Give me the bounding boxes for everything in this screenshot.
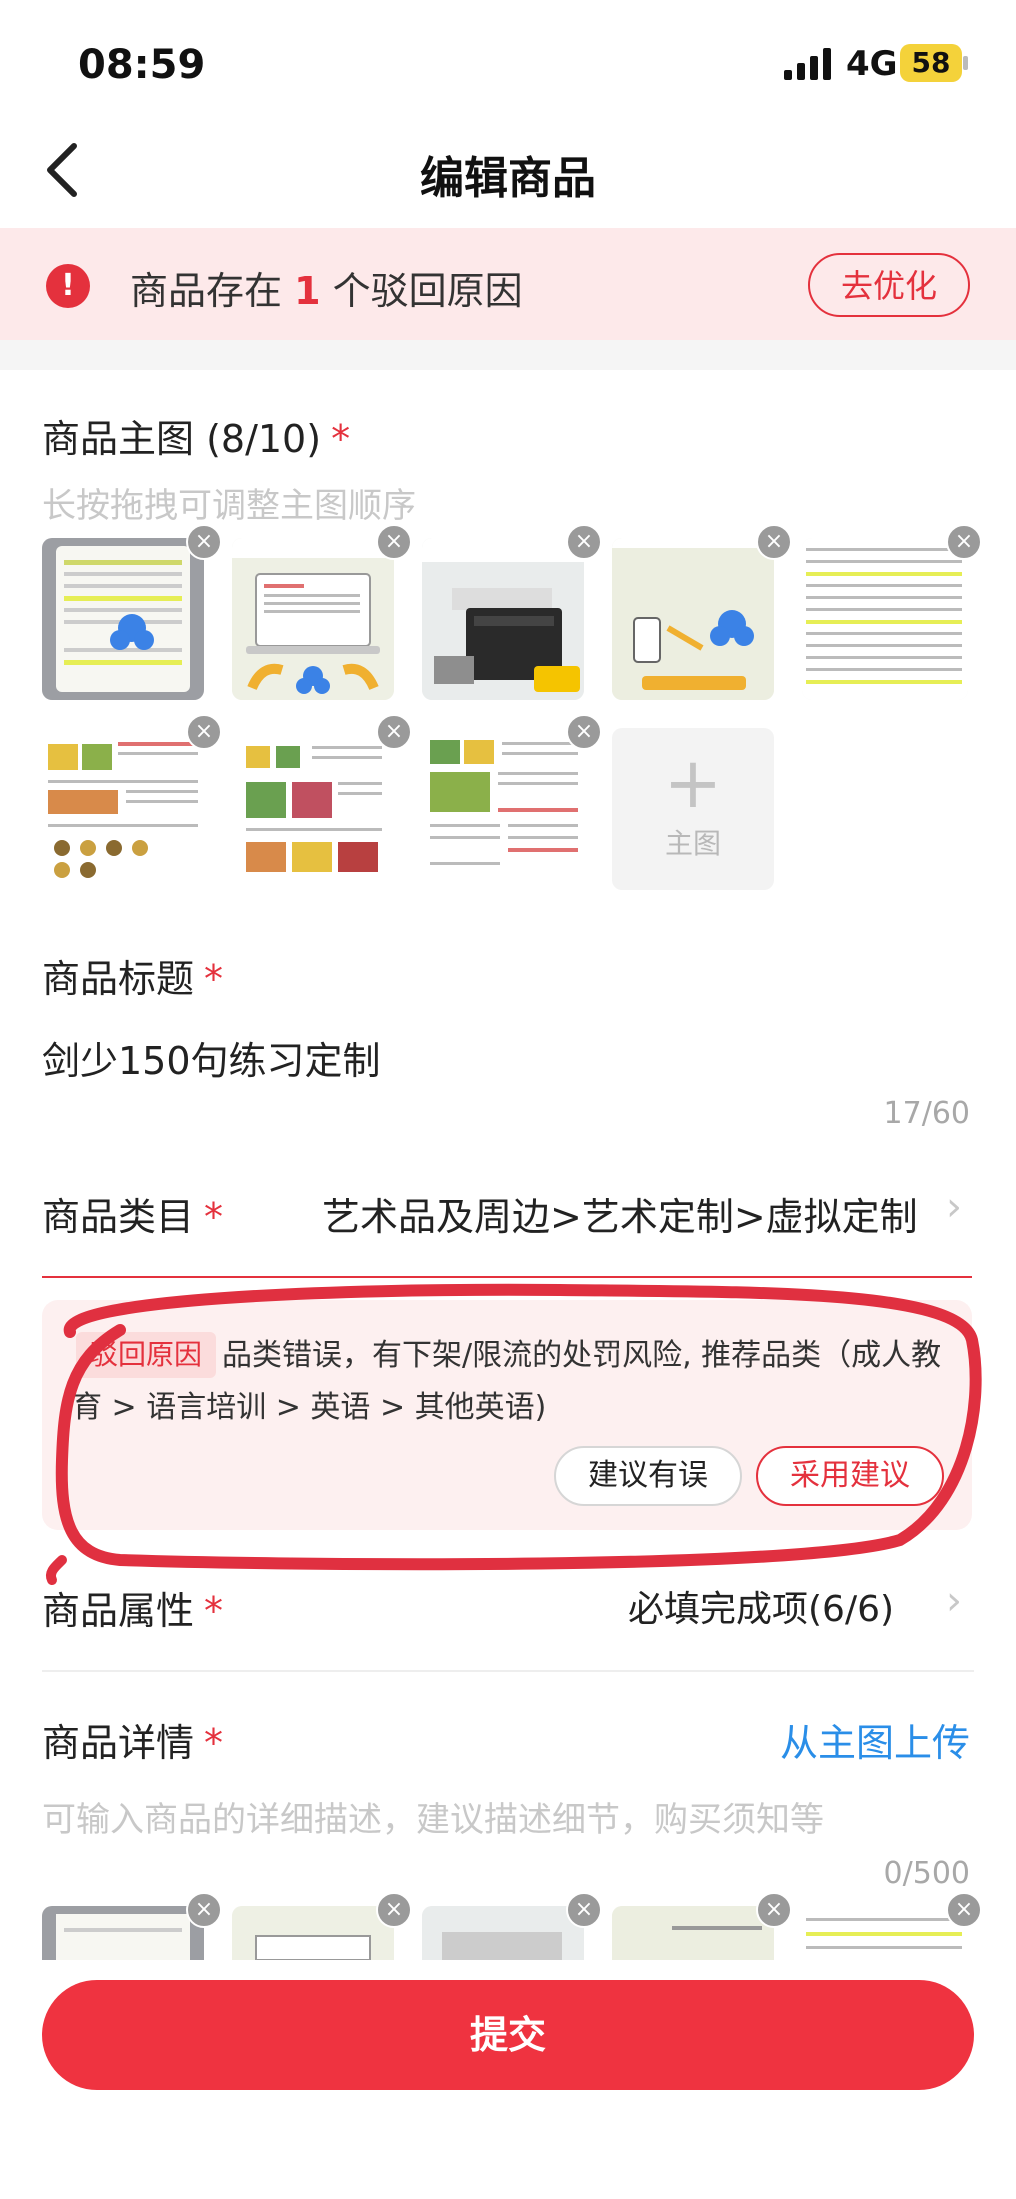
category-error-underline	[42, 1276, 972, 1278]
remove-image-icon[interactable]: ×	[566, 714, 602, 750]
sheet-preview-image	[802, 538, 968, 700]
details-label-text: 商品详情	[42, 1721, 195, 1765]
required-mark: *	[204, 1589, 224, 1633]
adopt-suggestion-button[interactable]: 采用建议	[756, 1446, 944, 1506]
status-time: 08:59	[78, 42, 206, 88]
required-mark: *	[204, 1195, 224, 1239]
cloud-preview-image	[612, 538, 774, 700]
tablet-preview-image	[42, 538, 204, 700]
main-image-thumb[interactable]	[422, 538, 584, 700]
title-input[interactable]: 剑少150句练习定制	[42, 1030, 381, 1085]
main-images-label-text: 商品主图 (8/10)	[42, 417, 322, 461]
upload-from-main-link[interactable]: 从主图上传	[780, 1712, 970, 1767]
main-images-hint: 长按拖拽可调整主图顺序	[42, 486, 416, 526]
cloud-preview-image	[612, 1906, 774, 1960]
remove-image-icon[interactable]: ×	[186, 1892, 222, 1928]
worksheet-preview-image	[422, 728, 584, 890]
remove-image-icon[interactable]: ×	[756, 524, 792, 560]
remove-image-icon[interactable]: ×	[186, 714, 222, 750]
remove-image-icon[interactable]: ×	[946, 1892, 982, 1928]
battery-tip	[963, 56, 968, 70]
banner-suffix: 个驳回原因	[332, 269, 523, 313]
main-image-thumb[interactable]	[232, 538, 394, 700]
detail-image-thumb[interactable]	[802, 1906, 968, 1960]
category-value[interactable]: 艺术品及周边>艺术定制>虚拟定制	[322, 1186, 918, 1241]
category-label: 商品类目 *	[42, 1186, 223, 1241]
main-image-thumb[interactable]	[42, 538, 204, 700]
title-label: 商品标题 *	[42, 948, 223, 1003]
detail-image-thumb[interactable]	[42, 1906, 204, 1960]
title-label-text: 商品标题	[42, 957, 195, 1001]
page-title: 编辑商品	[420, 153, 596, 204]
reject-banner-text: 商品存在 1 个驳回原因	[130, 260, 523, 315]
warning-icon: !	[46, 264, 90, 308]
chevron-right-icon[interactable]: ›	[946, 1184, 962, 1230]
remove-image-icon[interactable]: ×	[186, 524, 222, 560]
attributes-label: 商品属性 *	[42, 1580, 223, 1635]
banner-prefix: 商品存在	[130, 269, 283, 313]
laptop-preview-image	[232, 538, 394, 700]
remove-image-icon[interactable]: ×	[566, 1892, 602, 1928]
printer-preview-image	[422, 1906, 584, 1960]
detail-image-thumb[interactable]	[232, 1906, 394, 1960]
detail-image-thumb[interactable]	[422, 1906, 584, 1960]
detail-image-thumb[interactable]	[612, 1906, 774, 1960]
attributes-label-text: 商品属性	[42, 1589, 195, 1633]
reject-count: 1	[294, 269, 321, 313]
chevron-right-icon[interactable]: ›	[946, 1578, 962, 1624]
required-mark: *	[204, 957, 224, 1001]
signal-icon	[784, 48, 831, 80]
main-image-thumb[interactable]	[42, 728, 204, 890]
section-divider	[42, 1670, 974, 1672]
attributes-value[interactable]: 必填完成项(6/6)	[628, 1580, 894, 1632]
required-mark: *	[204, 1721, 224, 1765]
remove-image-icon[interactable]: ×	[566, 524, 602, 560]
plus-icon: +	[663, 742, 723, 824]
suggestion-wrong-button[interactable]: 建议有误	[554, 1446, 742, 1506]
reject-reason-text: 品类错误，有下架/限流的处罚风险, 推荐品类（成人教育 > 语言培训 > 英语 …	[72, 1338, 942, 1425]
tablet-preview-image	[42, 1906, 204, 1960]
remove-image-icon[interactable]: ×	[756, 1892, 792, 1928]
main-images-label: 商品主图 (8/10) *	[42, 408, 350, 463]
laptop-preview-image	[232, 1906, 394, 1960]
remove-image-icon[interactable]: ×	[376, 714, 412, 750]
main-image-thumb[interactable]	[232, 728, 394, 890]
required-mark: *	[331, 417, 351, 461]
add-main-image-label: 主图	[664, 827, 721, 860]
details-label: 商品详情 *	[42, 1712, 223, 1767]
battery-icon: 58	[900, 44, 962, 82]
details-char-counter: 0/500	[883, 1856, 970, 1891]
worksheet-preview-image	[42, 728, 204, 890]
remove-image-icon[interactable]: ×	[946, 524, 982, 560]
worksheet-preview-image	[232, 728, 394, 890]
title-char-counter: 17/60	[883, 1096, 970, 1131]
category-label-text: 商品类目	[42, 1195, 195, 1239]
submit-button[interactable]: 提交	[42, 1980, 974, 2090]
main-image-thumb[interactable]	[422, 728, 584, 890]
sheet-preview-image	[802, 1906, 968, 1960]
remove-image-icon[interactable]: ×	[376, 524, 412, 560]
optimize-button[interactable]: 去优化	[808, 253, 970, 317]
main-image-thumb[interactable]	[802, 538, 968, 700]
main-image-thumb[interactable]	[612, 538, 774, 700]
remove-image-icon[interactable]: ×	[376, 1892, 412, 1928]
network-label: 4G	[846, 44, 898, 84]
section-gap	[0, 340, 1016, 370]
printer-preview-image	[422, 538, 584, 700]
details-input[interactable]: 可输入商品的详细描述，建议描述细节，购买须知等	[42, 1792, 824, 1841]
